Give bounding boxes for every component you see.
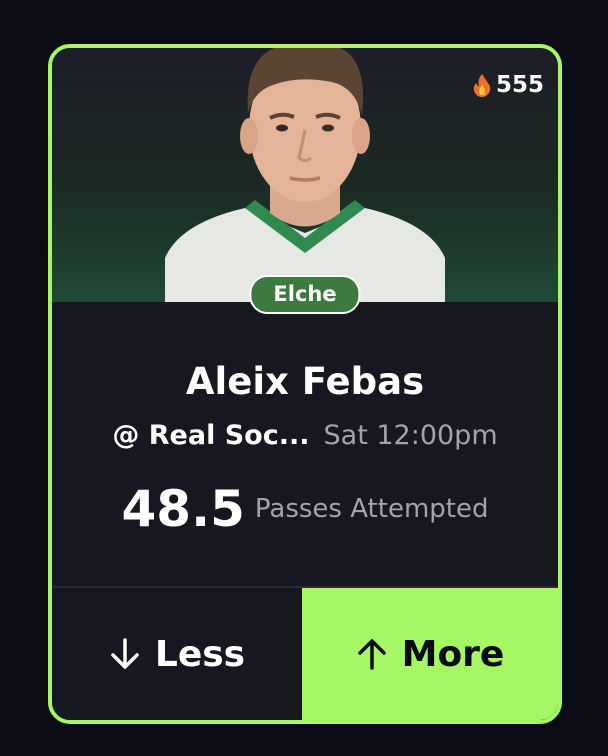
streak-counter: 555 bbox=[472, 72, 544, 98]
less-button[interactable]: Less bbox=[52, 588, 302, 720]
player-hero: 555 bbox=[52, 48, 558, 302]
arrow-down-icon bbox=[111, 638, 139, 669]
projection-stat: Passes Attempted bbox=[254, 494, 489, 524]
streak-count: 555 bbox=[495, 72, 544, 98]
projection-value: 48.5 bbox=[121, 480, 245, 538]
game-time: Sat 12:00pm bbox=[323, 420, 498, 451]
team-badge: Elche bbox=[249, 275, 361, 314]
opponent: @ Real Soc... bbox=[112, 420, 310, 451]
player-photo bbox=[165, 48, 445, 302]
more-label: More bbox=[401, 633, 505, 675]
arrow-up-icon bbox=[357, 639, 386, 670]
flame-icon bbox=[473, 74, 491, 97]
more-button[interactable]: More bbox=[302, 588, 558, 720]
projection-card[interactable]: 555 Elche Aleix Febas @ Real Soc... Sat 1… bbox=[48, 44, 562, 724]
player-name: Aleix Febas bbox=[185, 360, 425, 403]
less-label: Less bbox=[154, 633, 246, 675]
matchup-line: @ Real Soc... Sat 12:00pm bbox=[52, 420, 558, 451]
projection-line: 48.5 Passes Attempted bbox=[52, 480, 558, 538]
